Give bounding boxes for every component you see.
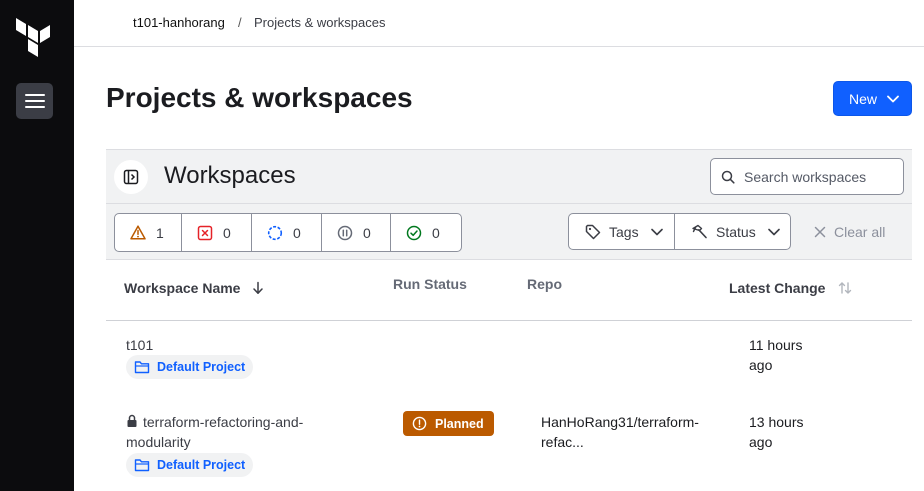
sidebar xyxy=(0,0,74,491)
breadcrumb-org-link[interactable]: t101-hanhorang xyxy=(133,15,225,30)
sort-unsorted-icon xyxy=(839,282,852,294)
project-tag-label: Default Project xyxy=(157,360,246,374)
status-dropdown[interactable]: Status xyxy=(675,214,790,249)
clear-all-button[interactable]: Clear all xyxy=(814,224,885,240)
workspaces-title: Workspaces xyxy=(164,162,296,189)
column-header-repo: Repo xyxy=(527,276,562,292)
status-dropdown-label: Status xyxy=(716,223,756,240)
project-tag-label: Default Project xyxy=(157,458,246,472)
filter-bar: 1 0 0 0 0 Tags Status Clear all xyxy=(106,203,912,260)
status-filter-running[interactable]: 0 xyxy=(252,214,322,251)
status-count: 0 xyxy=(293,224,301,241)
breadcrumb-current-page: Projects & workspaces xyxy=(254,15,386,30)
sort-descending-icon xyxy=(253,281,264,294)
search-box[interactable] xyxy=(710,158,904,195)
new-button-label: New xyxy=(849,90,878,107)
hamburger-menu-button[interactable] xyxy=(16,83,53,119)
status-count: 0 xyxy=(363,224,371,241)
run-status-label: Planned xyxy=(435,416,484,431)
status-filter-applied[interactable]: 0 xyxy=(391,214,461,251)
collapse-sidebar-button[interactable] xyxy=(114,160,148,194)
folder-icon xyxy=(134,361,150,374)
close-icon xyxy=(814,226,826,238)
warning-icon xyxy=(130,225,146,240)
tag-icon xyxy=(585,224,601,239)
tags-dropdown[interactable]: Tags xyxy=(569,214,675,249)
repo-link[interactable]: HanHoRang31/terraform- refac... xyxy=(541,412,721,452)
status-count: 0 xyxy=(432,224,440,241)
hamburger-menu-icon xyxy=(24,94,45,96)
sidebar-toggle-icon xyxy=(123,169,139,185)
column-header-latest-change[interactable]: Latest Change xyxy=(729,280,853,296)
chevron-down-icon xyxy=(887,95,899,102)
alert-circle-icon xyxy=(412,416,427,431)
status-filter-group: 1 0 0 0 0 xyxy=(114,213,462,252)
hammer-icon xyxy=(692,224,707,238)
lock-icon xyxy=(127,414,137,427)
column-header-run-status: Run Status xyxy=(393,276,467,292)
dropdown-filter-group: Tags Status xyxy=(568,213,791,250)
table-row[interactable]: t101 Default Project 11 hours ago xyxy=(106,321,912,391)
clear-all-label: Clear all xyxy=(834,224,886,240)
search-input[interactable] xyxy=(744,168,894,185)
status-count: 1 xyxy=(156,224,164,241)
status-filter-warning[interactable]: 1 xyxy=(115,214,182,251)
status-filter-errored[interactable]: 0 xyxy=(182,214,252,251)
breadcrumb: t101-hanhorang / Projects & workspaces xyxy=(74,0,924,47)
paused-icon xyxy=(337,225,353,240)
status-filter-paused[interactable]: 0 xyxy=(322,214,391,251)
table-header: Workspace Name Run Status Repo Latest Ch… xyxy=(106,260,912,321)
run-status-badge[interactable]: Planned xyxy=(403,411,494,436)
chevron-down-icon xyxy=(650,228,663,235)
latest-change: 13 hours ago xyxy=(749,414,804,450)
latest-change: 11 hours ago xyxy=(749,337,803,373)
page-title: Projects & workspaces xyxy=(106,82,413,113)
column-header-name[interactable]: Workspace Name xyxy=(124,280,264,296)
project-tag[interactable]: Default Project xyxy=(126,355,254,379)
breadcrumb-separator: / xyxy=(238,15,242,30)
project-tag[interactable]: Default Project xyxy=(126,453,254,477)
tags-dropdown-label: Tags xyxy=(609,223,639,240)
terraform-logo-icon[interactable] xyxy=(16,18,52,58)
error-x-icon xyxy=(197,225,213,240)
search-icon xyxy=(721,170,735,184)
folder-icon xyxy=(134,459,150,472)
table-row[interactable]: terraform-refactoring-and- modularity De… xyxy=(106,391,912,491)
workspace-name-link[interactable]: terraform-refactoring-and- modularity xyxy=(126,412,303,452)
new-button[interactable]: New xyxy=(833,81,912,116)
chevron-down-icon xyxy=(767,228,780,235)
running-spinner-icon xyxy=(267,225,283,240)
check-circle-icon xyxy=(406,225,422,240)
status-count: 0 xyxy=(223,224,231,241)
workspaces-panel-header: Workspaces xyxy=(106,149,912,203)
workspace-name-link[interactable]: t101 xyxy=(126,335,153,355)
